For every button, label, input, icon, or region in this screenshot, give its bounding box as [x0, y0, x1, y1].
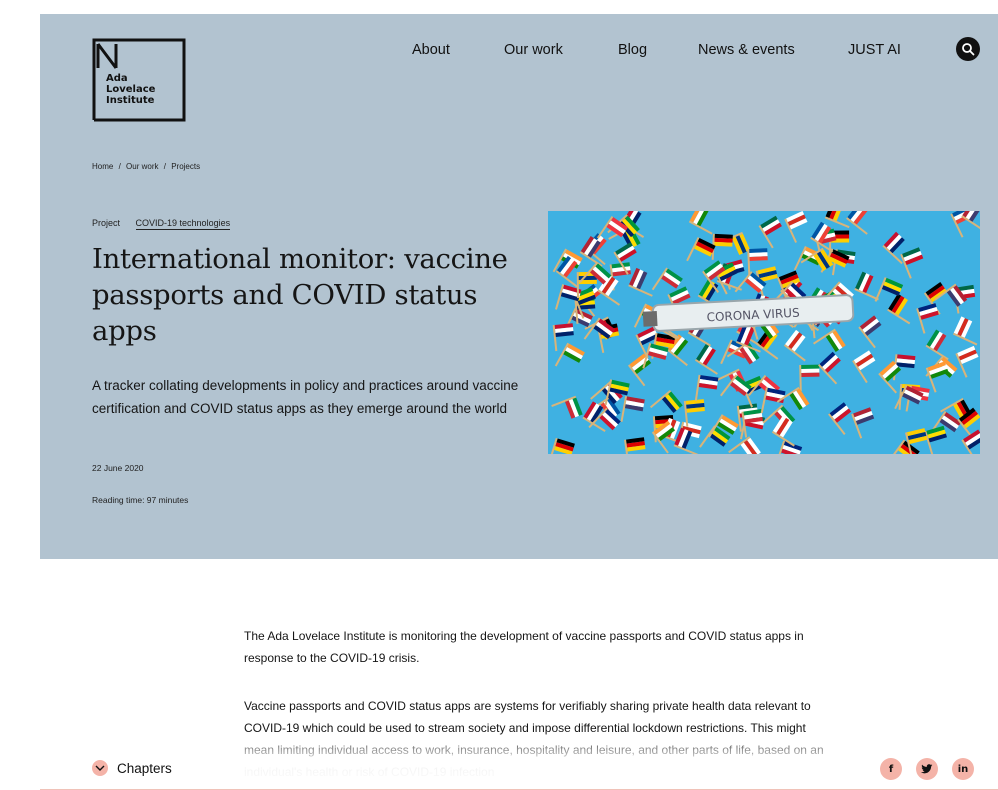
chevron-down-icon — [92, 760, 108, 776]
breadcrumb-home[interactable]: Home — [92, 162, 113, 171]
nav-item-our-work[interactable]: Our work — [504, 42, 563, 58]
intro-paragraph: The Ada Lovelace Institute is monitoring… — [244, 629, 804, 665]
nav-item-about[interactable]: About — [412, 42, 450, 58]
hero-image-flags: CORONA VIRUS — [548, 211, 980, 454]
publish-date: 22 June 2020 — [92, 463, 144, 473]
share-facebook-button[interactable]: f — [880, 758, 902, 780]
nav-item-blog[interactable]: Blog — [618, 42, 647, 58]
hero-section: Ada Lovelace Institute About Our work Bl… — [40, 14, 998, 559]
breadcrumb-separator: / — [118, 162, 121, 171]
breadcrumb-our-work[interactable]: Our work — [126, 162, 158, 171]
breadcrumb-separator: / — [163, 162, 166, 171]
breadcrumb: Home / Our work / Projects — [92, 162, 203, 171]
page: Ada Lovelace Institute About Our work Bl… — [40, 14, 998, 790]
share-twitter-button[interactable] — [916, 758, 938, 780]
reading-time: Reading time: 97 minutes — [92, 495, 189, 505]
facebook-icon: f — [888, 763, 894, 775]
main-nav: About Our work Blog News & events JUST A… — [40, 42, 998, 62]
logo-line: Ada — [106, 73, 128, 84]
chapters-toggle[interactable]: Chapters — [92, 760, 172, 776]
body-paragraph: Vaccine passports and COVID status apps … — [244, 699, 824, 779]
logo-text: Ada Lovelace Institute — [106, 73, 155, 106]
nav-item-news-events[interactable]: News & events — [698, 42, 795, 58]
twitter-icon — [921, 764, 933, 774]
nav-item-just-ai[interactable]: JUST AI — [848, 42, 901, 58]
flags-illustration: CORONA VIRUS — [548, 211, 980, 454]
page-subtitle: A tracker collating developments in poli… — [92, 378, 519, 416]
breadcrumb-projects[interactable]: Projects — [171, 162, 200, 171]
content-tags: Project COVID-19 technologies — [92, 218, 231, 230]
page-title: International monitor: vaccine passports… — [92, 243, 508, 347]
search-button[interactable] — [956, 37, 980, 61]
chapters-label: Chapters — [117, 760, 172, 776]
linkedin-icon: in — [957, 763, 969, 775]
logo-line: Lovelace — [106, 84, 156, 95]
content-type-label: Project — [92, 218, 121, 228]
search-icon — [962, 43, 975, 56]
topic-tag-link[interactable]: COVID-19 technologies — [135, 218, 231, 230]
logo-line: Institute — [106, 95, 155, 106]
share-linkedin-button[interactable]: in — [952, 758, 974, 780]
